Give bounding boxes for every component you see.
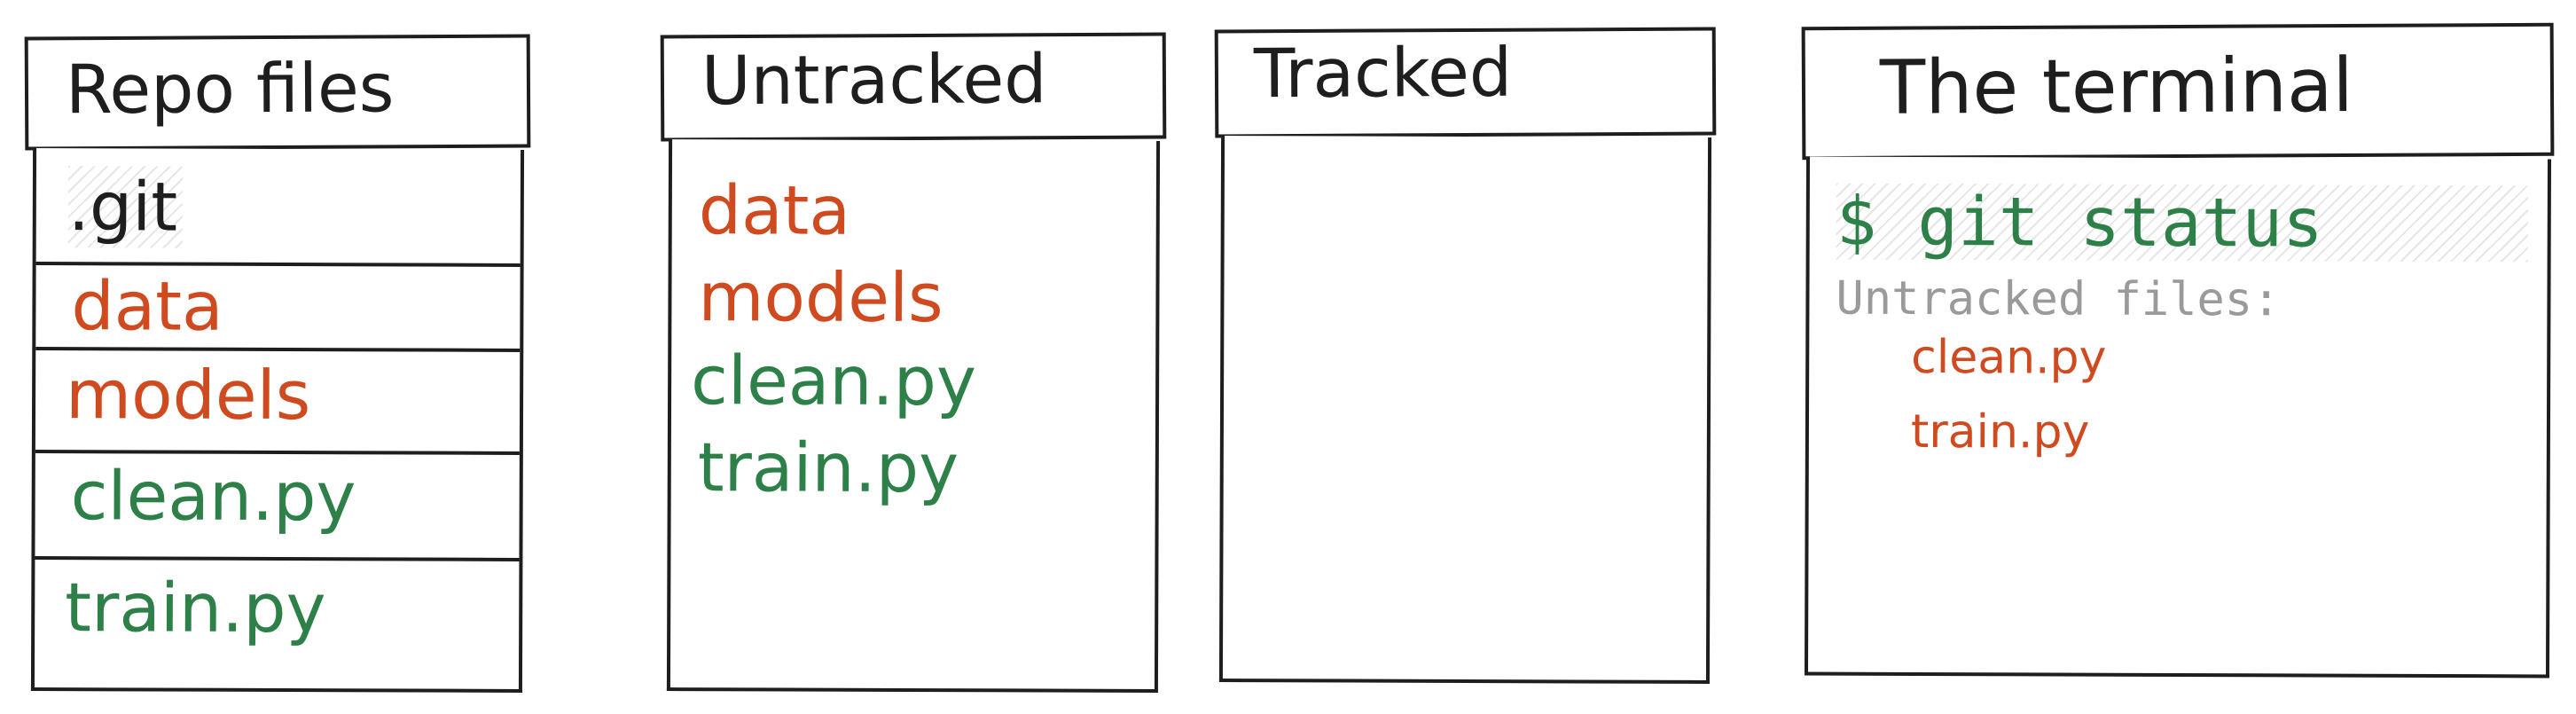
list-item-train-py: train.py [65, 568, 326, 648]
row-divider [35, 347, 521, 352]
row-divider [35, 556, 520, 561]
repo-files-list: .git data models clean.py train.py [30, 148, 525, 693]
list-item-data: data [71, 266, 223, 346]
terminal-output: $ git status Untracked files: clean.py t… [1804, 156, 2552, 679]
untracked-files-label: Untracked files: [1836, 271, 2281, 327]
list-item-data: data [698, 170, 851, 250]
list-item-train-py: train.py [697, 428, 959, 508]
repo-files-title: Repo files [65, 48, 395, 129]
untracked-title: Untracked [701, 39, 1047, 121]
row-divider [35, 450, 520, 455]
terminal-file-clean-py: clean.py [1911, 330, 2107, 385]
tracked-list [1218, 136, 1712, 684]
list-item-clean-py: clean.py [690, 341, 977, 421]
git-status-command: $ git status [1836, 182, 2528, 263]
repo-files-header: Repo files [24, 34, 531, 151]
terminal-file-train-py: train.py [1910, 404, 2090, 459]
untracked-list: data models clean.py train.py [666, 139, 1161, 693]
tracked-header: Tracked [1214, 27, 1717, 138]
list-item-git: .git [67, 166, 184, 248]
list-item-models: models [65, 355, 311, 435]
terminal-header: The terminal [1801, 22, 2555, 161]
list-item-models: models [698, 257, 943, 338]
repo-files-panel: Repo files .git data models clean.py tra… [24, 34, 531, 693]
list-item-clean-py: clean.py [70, 456, 356, 537]
tracked-panel: Tracked [1214, 27, 1717, 684]
untracked-panel: Untracked data models clean.py train.py [660, 32, 1167, 693]
terminal-title: The terminal [1879, 41, 2354, 131]
untracked-header: Untracked [660, 32, 1167, 142]
tracked-title: Tracked [1253, 32, 1513, 114]
terminal-panel: The terminal $ git status Untracked file… [1801, 22, 2555, 679]
